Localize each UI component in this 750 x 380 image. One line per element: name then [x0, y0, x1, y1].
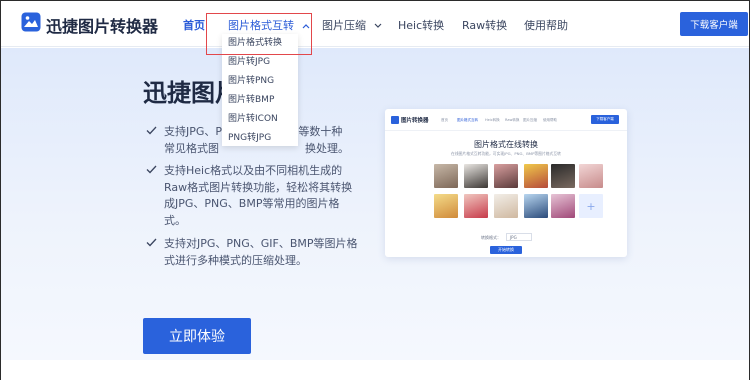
hero-section: [1, 48, 749, 360]
preview-nav-item: Heic转换: [485, 118, 500, 122]
brand-name[interactable]: 迅捷图片转换器: [46, 13, 158, 37]
try-now-button[interactable]: 立即体验: [143, 318, 251, 354]
feature-bullet-heic: 支持Heic格式以及由不同相机生成的Raw格式图片转换功能，轻松将其转换成JPG…: [146, 163, 361, 229]
preview-photo: [434, 194, 458, 218]
preview-format-label: 转换格式：: [481, 235, 501, 240]
preview-photo: [579, 164, 603, 188]
bullet-fragment: 常见格式图: [164, 141, 219, 155]
preview-nav-item: 图片压缩: [523, 118, 537, 122]
bullet-fragment: F等数十种: [292, 125, 343, 138]
preview-header: 图片转换器 首页 图片格式互转 Heic转换 Raw转换 图片压缩 使用帮助 下…: [385, 109, 627, 131]
preview-title: 图片格式在线转换: [474, 140, 538, 149]
dropdown-item-to-icon[interactable]: 图片转ICON: [222, 110, 298, 129]
chevron-down-icon: [374, 23, 381, 28]
preview-nav-item: 图片格式互转: [457, 118, 478, 122]
nav-compress[interactable]: 图片压缩: [322, 17, 382, 33]
preview-photo: [434, 164, 458, 188]
dropdown-item-png-to-jpg[interactable]: PNG转JPG: [222, 129, 298, 148]
download-client-button[interactable]: 下载客户端: [680, 12, 748, 36]
page-bottom: [1, 360, 749, 380]
preview-logo-icon: [391, 116, 399, 124]
bullet-text: 支持对JPG、PNG、GIF、BMP等图片格式进行多种模式的压缩处理。: [164, 237, 358, 267]
bullet-text: 支持Heic格式以及由不同相机生成的Raw格式图片转换功能，轻松将其转换成JPG…: [164, 164, 353, 227]
preview-nav-item: 使用帮助: [543, 118, 557, 122]
nav-heic[interactable]: Heic转换: [398, 17, 444, 33]
preview-photo: [551, 194, 575, 218]
nav-compress-label: 图片压缩: [322, 19, 366, 32]
preview-brand: 图片转换器: [401, 118, 429, 124]
preview-nav-item: Raw转换: [505, 118, 520, 122]
dropdown-item-to-png[interactable]: 图片转PNG: [222, 72, 298, 91]
nav-raw[interactable]: Raw转换: [462, 17, 507, 33]
preview-format-select: JPG: [506, 233, 532, 241]
preview-subtitle: 在线图片格式互转功能，可实现JPG、PNG、BMP等图片格式互转: [451, 151, 561, 156]
preview-add-icon: +: [579, 194, 603, 218]
dropdown-item-format-convert[interactable]: 图片格式转换: [222, 34, 298, 53]
bullet-fragment: 支持JPG、P: [164, 125, 223, 138]
top-header: 迅捷图片转换器 首页 图片格式互转 图片压缩 Heic转换 Raw转换 使用帮助…: [1, 1, 749, 47]
preview-photo: [551, 164, 575, 188]
preview-photo: [464, 164, 488, 188]
check-icon: [146, 165, 157, 174]
format-dropdown-menu: 图片格式转换 图片转JPG 图片转PNG 图片转BMP 图片转ICON PNG转…: [222, 34, 298, 146]
dropdown-item-to-bmp[interactable]: 图片转BMP: [222, 91, 298, 110]
chevron-up-icon: [302, 24, 309, 29]
check-icon: [146, 238, 157, 247]
nav-format-convert-label: 图片格式互转: [228, 19, 294, 32]
preview-photo: [524, 194, 548, 218]
nav-help[interactable]: 使用帮助: [524, 17, 568, 33]
bullet-fragment: 换处理。: [305, 141, 349, 155]
preview-photo: [464, 194, 488, 218]
check-icon: [146, 126, 157, 135]
preview-convert-button: 开始转换: [490, 246, 522, 254]
app-preview-image: 图片转换器 首页 图片格式互转 Heic转换 Raw转换 图片压缩 使用帮助 下…: [385, 109, 627, 257]
logo-icon: [21, 12, 41, 32]
feature-bullet-compress: 支持对JPG、PNG、GIF、BMP等图片格式进行多种模式的压缩处理。: [146, 236, 361, 269]
nav-format-convert[interactable]: 图片格式互转: [228, 17, 310, 33]
preview-download-button: 下载客户端: [591, 115, 619, 124]
preview-nav-item: 首页: [441, 118, 448, 122]
nav-home[interactable]: 首页: [183, 17, 205, 33]
preview-photo: [524, 164, 548, 188]
preview-photo: [494, 194, 518, 218]
dropdown-item-to-jpg[interactable]: 图片转JPG: [222, 53, 298, 72]
preview-photo: [494, 164, 518, 188]
